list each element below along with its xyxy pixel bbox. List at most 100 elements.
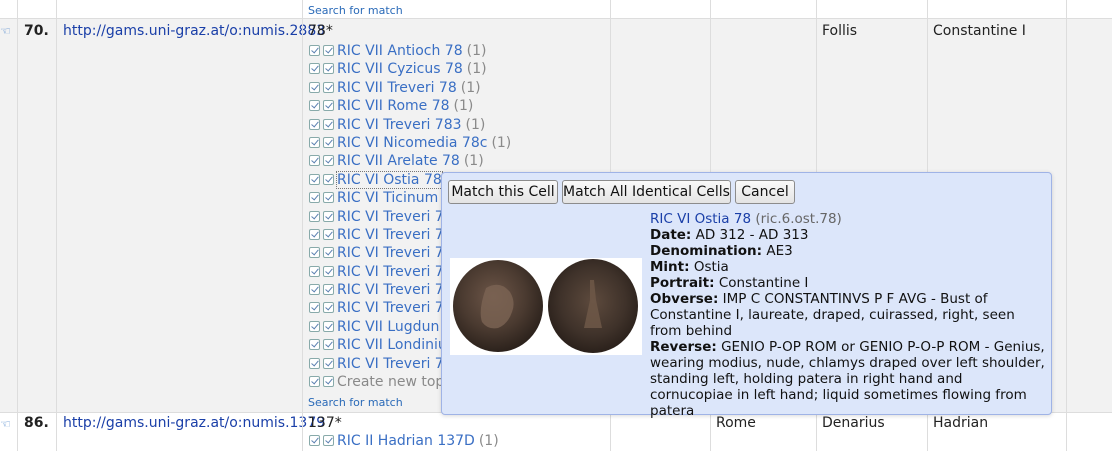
checkbox-checked-icon[interactable] [323, 45, 334, 56]
hand-pointer-icon[interactable]: ☜ [0, 25, 12, 37]
candidate-label[interactable]: RIC VI Ticinum [337, 190, 438, 206]
candidate-label[interactable]: RIC VI Treveri 7 [337, 282, 444, 298]
cell-authority[interactable]: Constantine I [933, 23, 1026, 39]
checkbox-checked-icon[interactable] [309, 284, 320, 296]
checkbox-checked-icon[interactable] [323, 339, 334, 351]
candidate-count: (1) [466, 61, 487, 78]
checkbox-checked-icon[interactable] [323, 247, 334, 259]
checkbox-checked-icon[interactable] [309, 100, 320, 112]
match-this-cell-button[interactable]: Match this Cell [448, 180, 558, 204]
detail-portrait: Portrait: Constantine I [650, 275, 809, 291]
checkbox-checked-icon[interactable] [309, 302, 320, 314]
search-for-match-link[interactable]: Search for match [308, 4, 403, 17]
cell-value[interactable]: 78* [308, 23, 333, 39]
checkbox-checked-icon[interactable] [309, 435, 320, 446]
checkbox-checked-icon[interactable] [309, 357, 320, 369]
candidate-item[interactable]: RIC VII Antioch 78 (1) [309, 42, 511, 60]
checkbox-checked-icon[interactable] [323, 63, 334, 75]
candidate-label[interactable]: RIC VII Cyzicus 78 [337, 61, 463, 77]
column-divider [17, 0, 18, 451]
checkbox-checked-icon[interactable] [309, 192, 320, 204]
checkbox-checked-icon[interactable] [309, 118, 320, 130]
candidate-item[interactable]: RIC VI Treveri 783 (1) [309, 116, 511, 134]
match-preview-popup: Match this Cell Match All Identical Cell… [441, 172, 1052, 419]
candidate-count: (1) [478, 433, 499, 449]
checkbox-checked-icon[interactable] [309, 136, 320, 148]
cell-denomination[interactable]: Follis [822, 23, 857, 39]
candidate-count: (1) [460, 79, 481, 96]
candidate-label[interactable]: RIC VII Lugdun [337, 319, 439, 335]
checkbox-checked-icon[interactable] [309, 173, 320, 185]
candidate-label[interactable]: RIC VII Londiniu [337, 337, 447, 353]
candidate-item[interactable]: RIC VI Nicomedia 78c (1) [309, 134, 511, 152]
candidate-label[interactable]: RIC VI Treveri 7 [337, 300, 444, 316]
checkbox-checked-icon[interactable] [323, 265, 334, 277]
candidate-count: (1) [491, 134, 512, 151]
candidate-item[interactable]: RIC VII Arelate 78 (1) [309, 152, 511, 170]
cell-value[interactable]: 137* [308, 415, 342, 431]
checkbox-checked-icon[interactable] [309, 155, 320, 167]
checkbox-checked-icon[interactable] [323, 173, 334, 185]
checkbox-checked-icon[interactable] [309, 376, 320, 388]
candidate-label[interactable]: RIC VII Treveri 78 [337, 80, 457, 96]
hand-pointer-icon[interactable]: ☜ [0, 418, 12, 430]
checkbox-checked-icon[interactable] [323, 435, 334, 446]
checkbox-checked-icon[interactable] [309, 320, 320, 332]
candidate-count: (1) [465, 116, 486, 133]
candidate-item[interactable]: RIC VII Cyzicus 78 (1) [309, 60, 511, 78]
checkbox-checked-icon[interactable] [309, 81, 320, 93]
checkbox-checked-icon[interactable] [323, 118, 334, 130]
checkbox-checked-icon[interactable] [323, 376, 334, 388]
checkbox-checked-icon[interactable] [323, 302, 334, 314]
search-for-match-link[interactable]: Search for match [308, 396, 403, 409]
candidate-label[interactable]: RIC VI Treveri 7 [337, 209, 444, 225]
checkbox-checked-icon[interactable] [323, 136, 334, 148]
checkbox-checked-icon[interactable] [323, 210, 334, 222]
candidate-label[interactable]: RIC II Hadrian 137D [337, 433, 475, 449]
candidate-item[interactable]: RIC VII Treveri 78 (1) [309, 79, 511, 97]
checkbox-checked-icon[interactable] [323, 284, 334, 296]
table-row-previous: Search for match [0, 0, 1112, 18]
checkbox-checked-icon[interactable] [309, 339, 320, 351]
candidate-label[interactable]: RIC VI Nicomedia 78c [337, 135, 487, 151]
detail-denomination: Denomination: AE3 [650, 243, 793, 259]
checkbox-checked-icon[interactable] [309, 45, 320, 56]
checkbox-checked-icon[interactable] [323, 228, 334, 240]
detail-mint: Mint: Ostia [650, 259, 729, 275]
column-divider [56, 0, 57, 451]
checkbox-checked-icon[interactable] [323, 81, 334, 93]
detail-reverse: Reverse: GENIO P-OP ROM or GENIO P-O-P R… [650, 339, 1045, 419]
cancel-button[interactable]: Cancel [735, 180, 795, 204]
candidate-label[interactable]: RIC VI Treveri 7 [337, 264, 444, 280]
record-uri-link[interactable]: http://gams.uni-graz.at/o:numis.1379 [63, 415, 325, 431]
checkbox-checked-icon[interactable] [323, 192, 334, 204]
match-all-identical-cells-button[interactable]: Match All Identical Cells [562, 180, 731, 204]
checkbox-checked-icon[interactable] [323, 320, 334, 332]
candidate-label[interactable]: RIC VI Treveri 783 [337, 117, 462, 133]
checkbox-checked-icon[interactable] [323, 100, 334, 112]
coin-title-link[interactable]: RIC VI Ostia 78 [650, 211, 751, 227]
record-uri-link[interactable]: http://gams.uni-graz.at/o:numis.2883 [63, 23, 325, 39]
create-new-topic-label[interactable]: Create new top [337, 374, 444, 390]
checkbox-checked-icon[interactable] [323, 155, 334, 167]
candidate-label[interactable]: RIC VII Antioch 78 [337, 43, 463, 59]
checkbox-checked-icon[interactable] [309, 63, 320, 75]
detail-obverse: Obverse: IMP C CONSTANTINVS P F AVG - Bu… [650, 291, 1015, 339]
checkbox-checked-icon[interactable] [309, 265, 320, 277]
candidate-item[interactable]: RIC VII Rome 78 (1) [309, 97, 511, 115]
candidate-label[interactable]: RIC VII Rome 78 [337, 98, 450, 114]
checkbox-checked-icon[interactable] [309, 228, 320, 240]
candidate-label[interactable]: RIC VI Treveri 7 [337, 356, 444, 372]
candidate-label[interactable]: RIC VI Treveri 7 [337, 245, 444, 261]
coin-details: RIC VI Ostia 78 (ric.6.ost.78) Date: AD … [650, 211, 1048, 419]
candidate-item[interactable]: RIC II Hadrian 137D (1) [309, 432, 499, 450]
candidate-label[interactable]: RIC VII Arelate 78 [337, 153, 460, 169]
checkbox-checked-icon[interactable] [309, 210, 320, 222]
checkbox-checked-icon[interactable] [323, 357, 334, 369]
candidate-count: (1) [463, 153, 484, 170]
coin-id: (ric.6.ost.78) [755, 211, 842, 227]
candidate-label[interactable]: RIC VI Treveri 7 [337, 227, 444, 243]
column-divider [1066, 0, 1067, 451]
checkbox-checked-icon[interactable] [309, 247, 320, 259]
candidate-label[interactable]: RIC VI Ostia 78 [336, 170, 443, 189]
